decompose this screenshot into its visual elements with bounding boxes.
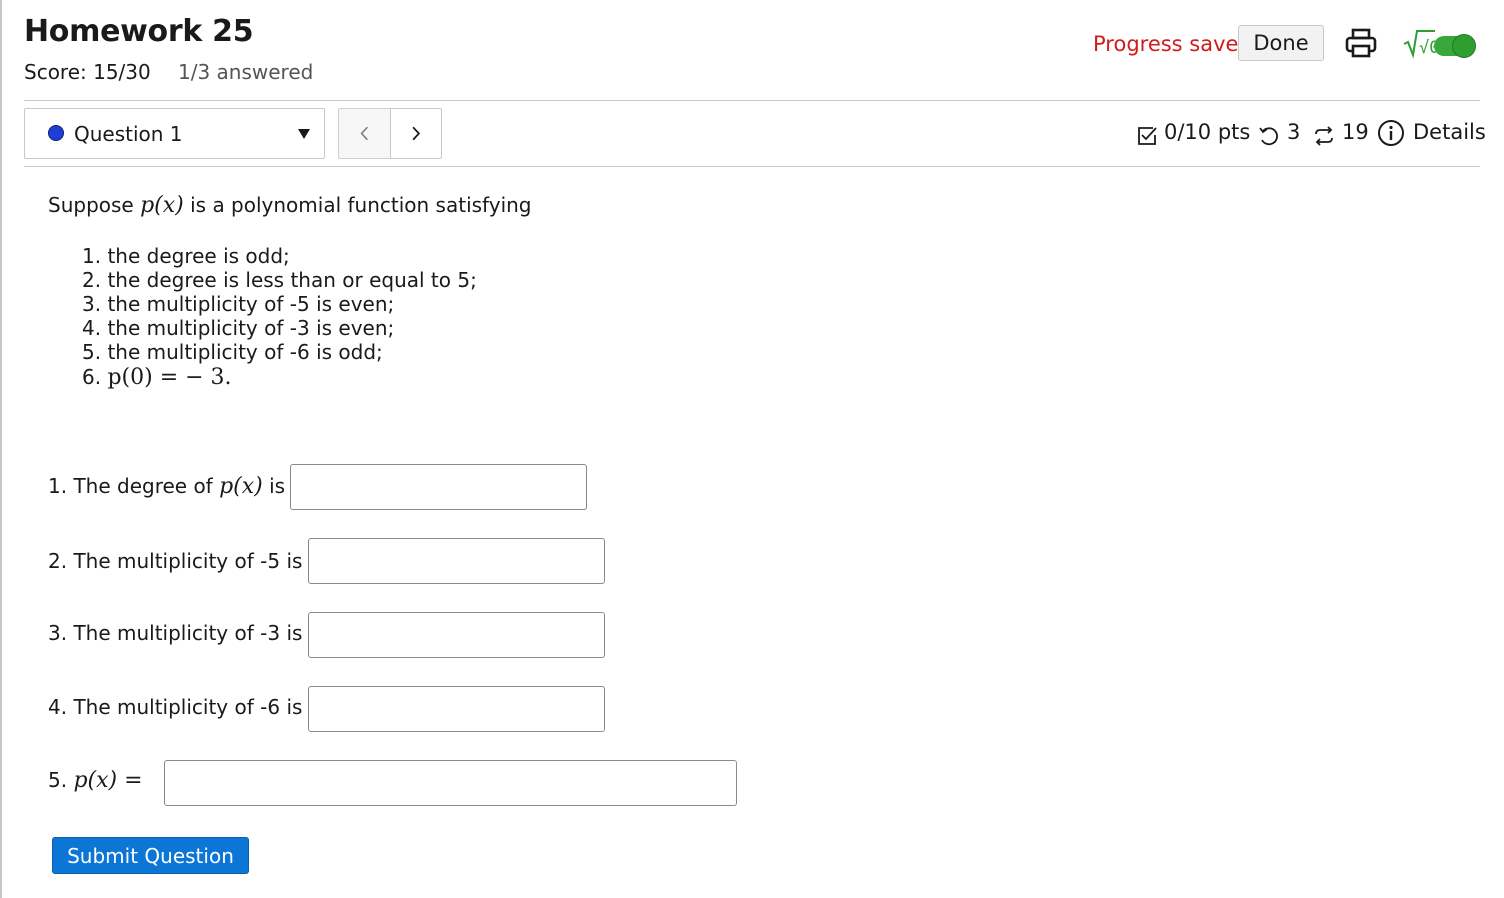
condition-6-math: p(0) = − 3. (107, 365, 232, 390)
answer-3-label: 3. The multiplicity of -3 is (48, 621, 303, 645)
answer-5-label: 5. p(x) = (48, 768, 143, 793)
caret-down-icon (298, 129, 310, 139)
answer-2-label: 2. The multiplicity of -5 is (48, 549, 303, 573)
degree-input[interactable] (290, 464, 587, 510)
condition-5: 5. the multiplicity of -6 is odd; (82, 340, 383, 364)
condition-4: 4. the multiplicity of -3 is even; (82, 316, 395, 340)
condition-2: 2. the degree is less than or equal to 5… (82, 268, 477, 292)
answer-1-math: p(x) (219, 474, 263, 499)
answer-5-math: p(x) = (73, 768, 143, 793)
score-text: Score: 15/30 (24, 60, 151, 84)
condition-6: 6. p(0) = − 3. (82, 365, 232, 390)
condition-1: 1. the degree is odd; (82, 244, 290, 268)
submit-question-button[interactable]: Submit Question (52, 837, 249, 874)
header-divider (24, 100, 1480, 101)
condition-3: 3. the multiplicity of -5 is even; (82, 292, 395, 316)
math-entry-toggle[interactable] (1434, 34, 1476, 58)
versions-icon (1312, 125, 1336, 151)
toggle-knob[interactable] (1452, 34, 1476, 58)
done-button[interactable]: Done (1238, 25, 1324, 61)
attempts-count: 3 (1287, 120, 1301, 144)
assignment-title: Homework 25 (24, 14, 254, 49)
question-select[interactable]: Question 1 (24, 108, 325, 159)
multiplicity-neg5-input[interactable] (308, 538, 605, 584)
progress-status: Progress saved (1093, 32, 1252, 56)
answer-4-label: 4. The multiplicity of -6 is (48, 695, 303, 719)
print-icon[interactable] (1344, 27, 1378, 59)
intro-suffix: is a polynomial function satisfying (183, 193, 532, 217)
answer-5-prefix: 5. (48, 768, 74, 792)
problem-intro: Suppose p(x) is a polynomial function sa… (48, 193, 532, 218)
intro-prefix: Suppose (48, 193, 141, 217)
intro-math: p(x) (140, 193, 184, 218)
polynomial-input[interactable] (164, 760, 737, 806)
versions-count: 19 (1342, 120, 1369, 144)
answer-1-prefix: 1. The degree of (48, 474, 220, 498)
answered-count: 1/3 answered (178, 60, 314, 84)
left-border (0, 0, 2, 898)
multiplicity-neg3-input[interactable] (308, 612, 605, 658)
previous-question-button[interactable] (338, 108, 390, 159)
checkbox-icon (1136, 125, 1158, 151)
question-divider (24, 166, 1480, 167)
question-status-dot (48, 125, 64, 141)
points-text: 0/10 pts (1164, 120, 1251, 144)
multiplicity-neg6-input[interactable] (308, 686, 605, 732)
chevron-left-icon (360, 126, 368, 141)
details-link[interactable]: Details (1413, 120, 1486, 144)
retry-icon (1257, 125, 1281, 151)
next-question-button[interactable] (390, 108, 442, 159)
question-select-label: Question 1 (74, 122, 183, 146)
answer-1-label: 1. The degree of p(x) is (48, 474, 285, 499)
answer-1-suffix: is (262, 474, 286, 498)
condition-6-prefix: 6. (82, 365, 108, 389)
info-icon[interactable] (1377, 119, 1405, 151)
math-entry-icon: √0 (1402, 26, 1439, 60)
chevron-right-icon (412, 126, 421, 141)
